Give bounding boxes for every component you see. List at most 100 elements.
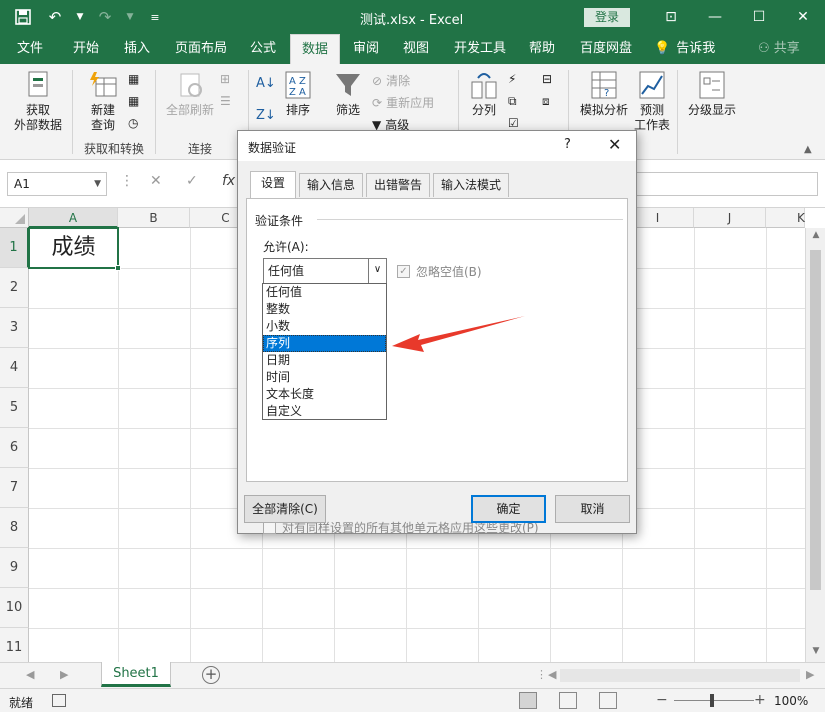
undo-dropdown-icon[interactable]: ▼ [76, 6, 84, 28]
zoom-out-icon[interactable]: − [656, 692, 668, 708]
reapply-button[interactable]: ⟳ 重新应用 [372, 94, 434, 111]
scroll-right-icon[interactable]: ▶ [806, 668, 814, 681]
clear-all-button[interactable]: 全部清除(C) [244, 495, 326, 523]
outline-button[interactable]: 分级显示 [684, 70, 740, 118]
customize-icon[interactable]: ≡ [144, 6, 166, 28]
sheet-tab-sheet1[interactable]: Sheet1 [101, 662, 171, 687]
option-whole-number[interactable]: 整数 [263, 301, 386, 318]
vertical-scroll-thumb[interactable] [810, 250, 821, 590]
minimize-icon[interactable]: — [693, 0, 737, 34]
normal-view-icon[interactable] [519, 692, 537, 709]
row-header-9[interactable]: 9 [0, 548, 29, 588]
horizontal-scrollbar[interactable] [560, 669, 800, 682]
collapse-ribbon-icon[interactable]: ▲ [804, 144, 812, 155]
option-decimal[interactable]: 小数 [263, 318, 386, 335]
sort-descending-icon[interactable]: Z↓ [256, 108, 276, 123]
redo-icon[interactable]: ↷ [94, 6, 116, 28]
page-break-view-icon[interactable] [599, 692, 617, 709]
data-validation-icon[interactable]: ☑ [508, 116, 519, 130]
column-header-k[interactable]: K [766, 208, 805, 228]
tab-developer[interactable]: 开发工具 [448, 34, 512, 64]
filter-button[interactable]: 筛选 [328, 70, 368, 118]
tab-help[interactable]: 帮助 [522, 34, 562, 64]
recent-sources-icon[interactable]: ◷ [128, 116, 138, 130]
allow-select[interactable]: 任何值 ∨ [263, 258, 387, 284]
login-button[interactable]: 登录 [584, 8, 630, 27]
cell-a1[interactable]: 成绩 [28, 227, 121, 271]
row-header-6[interactable]: 6 [0, 428, 29, 468]
tab-settings[interactable]: 设置 [250, 171, 296, 199]
clear-filter-button[interactable]: ⊘ 清除 [372, 72, 410, 89]
vertical-scrollbar[interactable]: ▲ ▼ [805, 228, 825, 662]
row-header-4[interactable]: 4 [0, 348, 29, 388]
insert-function-icon[interactable]: fx [222, 173, 235, 189]
save-icon[interactable] [12, 6, 34, 28]
tab-page-layout[interactable]: 页面布局 [170, 34, 232, 64]
close-icon[interactable]: ✕ [608, 135, 621, 154]
properties-icon[interactable]: ☰ [220, 94, 231, 108]
text-to-columns-button[interactable]: 分列 [464, 70, 504, 118]
option-date[interactable]: 日期 [263, 352, 386, 369]
row-header-3[interactable]: 3 [0, 308, 29, 348]
option-list[interactable]: 序列 [263, 335, 386, 352]
option-custom[interactable]: 自定义 [263, 403, 386, 420]
prev-sheet-icon[interactable]: ◀ [26, 668, 34, 681]
cancel-button[interactable]: 取消 [555, 495, 630, 523]
cancel-icon[interactable]: ✕ [150, 173, 162, 189]
row-header-10[interactable]: 10 [0, 588, 29, 628]
fill-handle[interactable] [115, 265, 121, 271]
scroll-down-icon[interactable]: ▼ [806, 646, 825, 656]
sort-ascending-icon[interactable]: A↓ [256, 76, 276, 91]
tab-baidu-netdisk[interactable]: 百度网盘 [574, 34, 638, 64]
show-queries-icon[interactable]: ▦ [128, 72, 139, 86]
column-header-a[interactable]: A [29, 208, 118, 228]
zoom-slider-thumb[interactable] [710, 694, 714, 707]
option-text-length[interactable]: 文本长度 [263, 386, 386, 403]
remove-duplicates-icon[interactable]: ⧉ [508, 94, 517, 109]
scroll-up-icon[interactable]: ▲ [806, 230, 825, 240]
tab-error-alert[interactable]: 出错警告 [366, 173, 430, 197]
row-header-1[interactable]: 1 [0, 228, 29, 268]
chevron-down-icon[interactable]: ∨ [368, 259, 386, 283]
ok-button[interactable]: 确定 [471, 495, 546, 523]
page-layout-view-icon[interactable] [559, 692, 577, 709]
dialog-titlebar[interactable]: 数据验证 ? ✕ [238, 131, 636, 161]
row-header-11[interactable]: 11 [0, 628, 29, 662]
row-header-5[interactable]: 5 [0, 388, 29, 428]
tell-me-search[interactable]: 💡 告诉我 [654, 34, 715, 64]
consolidate-icon[interactable]: ⊟ [542, 72, 552, 86]
ignore-blank-checkbox[interactable]: ✓ 忽略空值(B) [397, 263, 482, 280]
redo-dropdown-icon[interactable]: ▼ [126, 6, 134, 28]
zoom-slider[interactable] [674, 700, 754, 701]
next-sheet-icon[interactable]: ▶ [60, 668, 68, 681]
name-box[interactable]: A1 ▼ [7, 172, 107, 196]
tab-insert[interactable]: 插入 [115, 34, 159, 64]
refresh-all-button[interactable]: 全部刷新 [160, 70, 220, 118]
flash-fill-icon[interactable]: ⚡ [508, 72, 516, 86]
tab-input-message[interactable]: 输入信息 [299, 173, 363, 197]
get-external-data-button[interactable]: 获取 外部数据 [6, 70, 70, 133]
option-any-value[interactable]: 任何值 [263, 284, 386, 301]
row-header-2[interactable]: 2 [0, 268, 29, 308]
column-header-b[interactable]: B [118, 208, 190, 228]
select-all-button[interactable] [0, 208, 29, 228]
from-table-icon[interactable]: ▦ [128, 94, 139, 108]
share-button[interactable]: ⚇ 共享 [758, 34, 800, 64]
zoom-level[interactable]: 100% [774, 694, 808, 708]
macro-record-icon[interactable] [52, 694, 66, 707]
what-if-analysis-button[interactable]: ? 模拟分析 [574, 70, 634, 118]
tab-review[interactable]: 审阅 [346, 34, 386, 64]
connections-icon[interactable]: ⊞ [220, 72, 230, 86]
new-query-button[interactable]: 新建 查询 [80, 70, 126, 133]
tab-ime-mode[interactable]: 输入法模式 [433, 173, 509, 197]
tab-view[interactable]: 视图 [396, 34, 436, 64]
enter-icon[interactable]: ✓ [186, 173, 198, 189]
tab-home[interactable]: 开始 [62, 34, 110, 64]
close-icon[interactable]: ✕ [781, 0, 825, 34]
forecast-sheet-button[interactable]: 预测 工作表 [632, 70, 672, 133]
column-header-j[interactable]: J [694, 208, 766, 228]
row-header-8[interactable]: 8 [0, 508, 29, 548]
zoom-in-icon[interactable]: + [754, 692, 766, 708]
more-sheets-icon[interactable]: ⋮ [536, 668, 547, 681]
option-time[interactable]: 时间 [263, 369, 386, 386]
